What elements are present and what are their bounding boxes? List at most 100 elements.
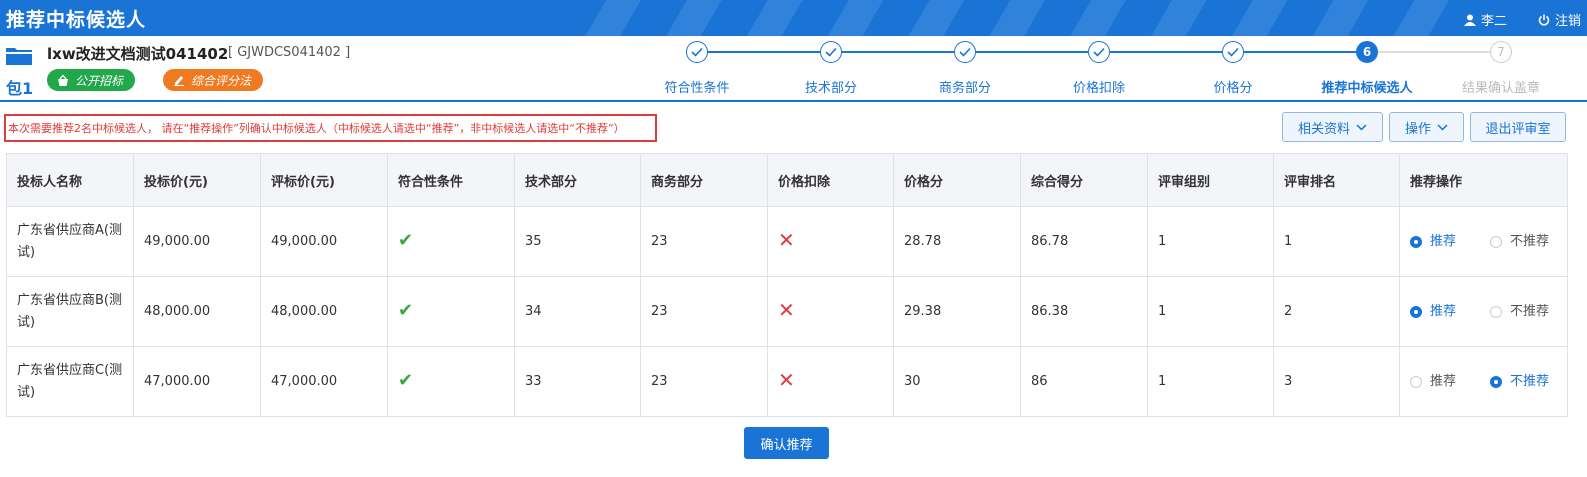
price-score: 29.38 xyxy=(893,276,1021,347)
radio-label: 不推荐 xyxy=(1510,373,1550,389)
bid-price: 48,000.00 xyxy=(133,276,261,347)
table-row: 广东省供应商A(测试) 49,000.00 49,000.00 ✔ 35 23 … xyxy=(6,206,1568,277)
step-5-check-icon xyxy=(1222,41,1244,63)
user-info[interactable]: 李二 xyxy=(1463,10,1507,29)
not-recommend-radio[interactable]: 不推荐 xyxy=(1490,301,1549,323)
step-6-number: 6 xyxy=(1356,41,1378,63)
radio-label: 推荐 xyxy=(1430,373,1457,389)
step-connector xyxy=(708,51,820,53)
step-connector xyxy=(1244,51,1356,53)
exit-review-room-button[interactable]: 退出评审室 xyxy=(1470,112,1566,142)
radio-label: 推荐 xyxy=(1430,303,1457,319)
bidder-name: 广东省供应商B(测试) xyxy=(6,276,134,347)
recommendation-notice: 本次需要推荐2名中标候选人， 请在“推荐操作”列确认中标候选人（中标候选人请选中… xyxy=(4,114,657,142)
chevron-down-icon xyxy=(1356,123,1367,131)
eval-price: 48,000.00 xyxy=(260,276,388,347)
candidates-table: 投标人名称 投标价(元) 评标价(元) 符合性条件 技术部分 商务部分 价格扣除… xyxy=(6,153,1568,417)
col-header-eval-price: 评标价(元) xyxy=(260,153,388,207)
recommend-radio-group: 推荐 不推荐 xyxy=(1410,371,1557,393)
technical-score: 33 xyxy=(514,346,641,417)
step-1-check-icon xyxy=(686,41,708,63)
review-group: 1 xyxy=(1147,346,1274,417)
power-icon xyxy=(1538,14,1550,25)
logout-button[interactable]: 注销 xyxy=(1538,10,1581,29)
recommend-radio[interactable]: 推荐 xyxy=(1410,301,1456,323)
col-header-price-score: 价格分 xyxy=(893,153,1021,207)
business-score: 23 xyxy=(640,276,768,347)
table-row: 广东省供应商C(测试) 47,000.00 47,000.00 ✔ 33 23 … xyxy=(6,346,1568,417)
step-label-compliance[interactable]: 符合性条件 xyxy=(664,77,729,96)
radio-dot xyxy=(1410,375,1422,388)
radio-label: 不推荐 xyxy=(1510,303,1550,319)
review-rank: 1 xyxy=(1273,206,1400,277)
user-name: 李二 xyxy=(1480,14,1507,29)
eval-price: 49,000.00 xyxy=(260,206,388,277)
col-header-bidder: 投标人名称 xyxy=(6,153,134,207)
table-row: 广东省供应商B(测试) 48,000.00 48,000.00 ✔ 34 23 … xyxy=(6,276,1568,347)
business-score: 23 xyxy=(640,206,768,277)
price-score: 28.78 xyxy=(893,206,1021,277)
not-recommend-radio[interactable]: 不推荐 xyxy=(1490,371,1549,393)
logout-label: 注销 xyxy=(1554,14,1581,29)
cross-icon: ✕ xyxy=(778,367,795,392)
related-materials-label: 相关资料 xyxy=(1297,121,1350,137)
col-header-price-deduction: 价格扣除 xyxy=(767,153,894,207)
col-header-review-rank: 评审排名 xyxy=(1273,153,1400,207)
operations-label: 操作 xyxy=(1404,121,1431,137)
price-score: 30 xyxy=(893,346,1021,417)
top-bar: 推荐中标候选人 李二 注销 xyxy=(0,0,1587,36)
radio-label: 推荐 xyxy=(1430,233,1457,249)
step-connector xyxy=(1378,51,1490,53)
recommend-radio-group: 推荐 不推荐 xyxy=(1410,301,1557,323)
bid-price: 49,000.00 xyxy=(133,206,261,277)
bidder-name: 广东省供应商C(测试) xyxy=(6,346,134,417)
check-icon: ✔ xyxy=(398,299,414,321)
radio-dot xyxy=(1490,305,1503,318)
step-3-check-icon xyxy=(954,41,976,63)
step-label-price-score[interactable]: 价格分 xyxy=(1213,77,1252,96)
step-label-price-deduction[interactable]: 价格扣除 xyxy=(1073,77,1125,96)
cross-icon: ✕ xyxy=(778,227,795,252)
col-header-business: 商务部分 xyxy=(640,153,768,207)
radio-dot xyxy=(1490,235,1503,248)
page-title: 推荐中标候选人 xyxy=(6,9,147,31)
col-header-compliance: 符合性条件 xyxy=(387,153,515,207)
radio-dot xyxy=(1410,235,1422,248)
progress-steps: 6 7 符合性条件 技术部分 商务部分 价格扣除 价格分 推荐中标候选人 结果确… xyxy=(0,36,1587,100)
review-group: 1 xyxy=(1147,206,1274,277)
eval-price: 47,000.00 xyxy=(260,346,388,417)
step-connector xyxy=(1110,51,1222,53)
total-score: 86 xyxy=(1020,346,1148,417)
technical-score: 35 xyxy=(514,206,641,277)
step-label-recommend[interactable]: 推荐中标候选人 xyxy=(1321,77,1412,96)
confirm-recommend-button[interactable]: 确认推荐 xyxy=(744,427,829,459)
radio-dot xyxy=(1490,375,1503,388)
check-icon: ✔ xyxy=(398,229,414,251)
review-rank: 2 xyxy=(1273,276,1400,347)
recommend-radio[interactable]: 推荐 xyxy=(1410,231,1456,253)
col-header-total-score: 综合得分 xyxy=(1020,153,1148,207)
step-label-technical[interactable]: 技术部分 xyxy=(805,77,857,96)
step-2-check-icon xyxy=(820,41,842,63)
not-recommend-radio[interactable]: 不推荐 xyxy=(1490,231,1549,253)
step-4-check-icon xyxy=(1088,41,1110,63)
check-icon: ✔ xyxy=(398,369,414,391)
radio-label: 不推荐 xyxy=(1510,233,1550,249)
total-score: 86.78 xyxy=(1020,206,1148,277)
header-decoration xyxy=(560,0,1460,36)
step-connector xyxy=(976,51,1088,53)
step-label-business[interactable]: 商务部分 xyxy=(939,77,991,96)
cross-icon: ✕ xyxy=(778,297,795,322)
business-score: 23 xyxy=(640,346,768,417)
user-icon xyxy=(1463,14,1476,26)
related-materials-button[interactable]: 相关资料 xyxy=(1282,112,1383,142)
col-header-review-group: 评审组别 xyxy=(1147,153,1274,207)
col-header-technical: 技术部分 xyxy=(514,153,641,207)
recommend-radio[interactable]: 推荐 xyxy=(1410,371,1456,393)
chevron-down-icon xyxy=(1437,123,1448,131)
total-score: 86.38 xyxy=(1020,276,1148,347)
col-header-recommend-action: 推荐操作 xyxy=(1399,153,1568,207)
operations-button[interactable]: 操作 xyxy=(1389,112,1464,142)
step-label-confirm-seal: 结果确认盖章 xyxy=(1461,81,1541,96)
exit-review-room-label: 退出评审室 xyxy=(1485,121,1551,137)
